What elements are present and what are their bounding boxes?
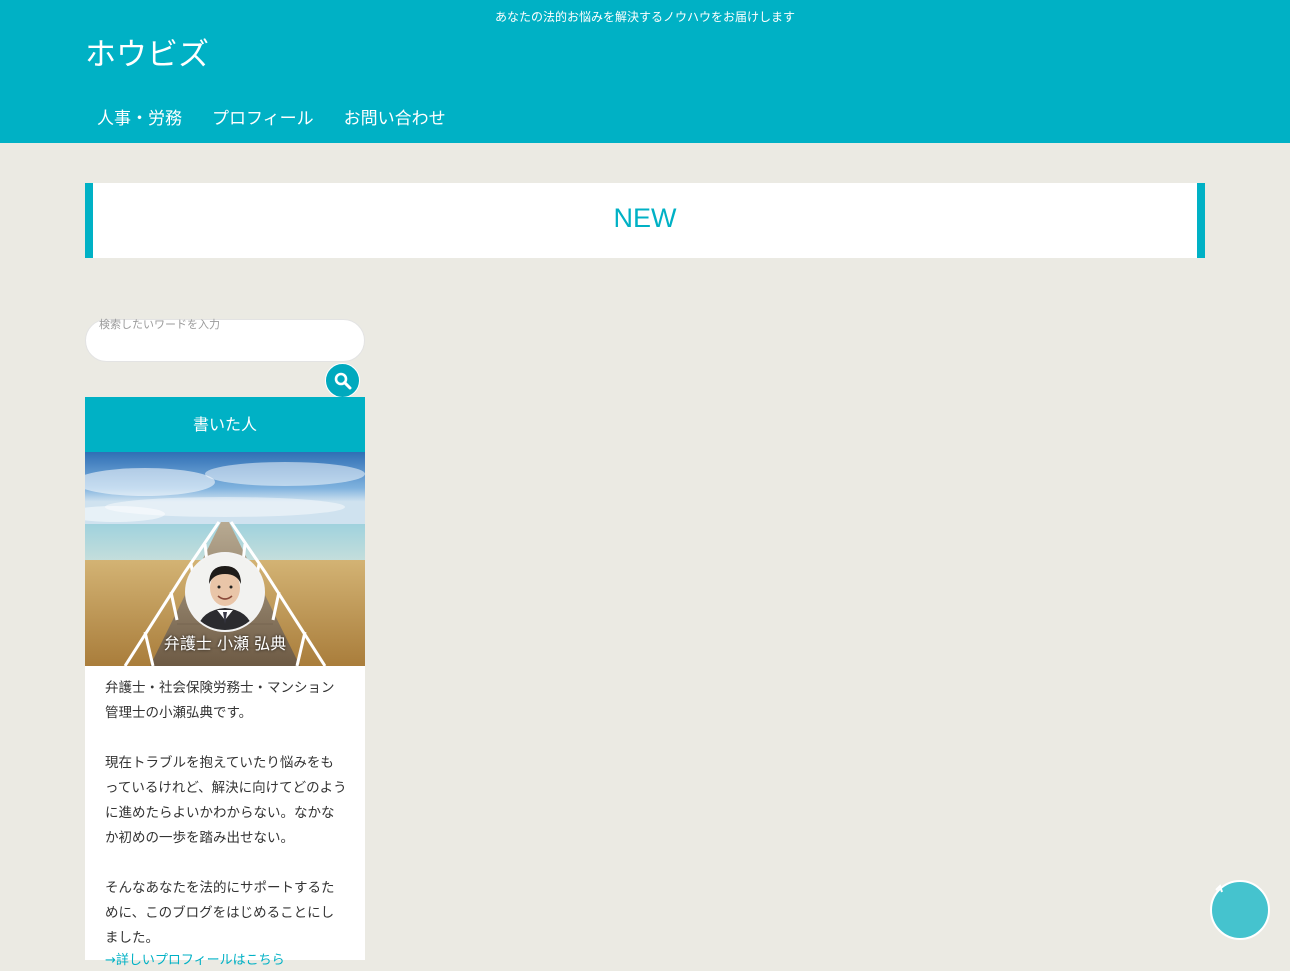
new-posts-section: NEW <box>85 183 1205 258</box>
avatar <box>185 552 265 632</box>
section-title: NEW <box>613 203 677 233</box>
profile-detail-link[interactable]: →詳しいプロフィールはこちら <box>105 951 347 971</box>
scroll-to-top-button[interactable] <box>1210 880 1270 940</box>
author-name[interactable]: 弁護士 小瀬 弘典 <box>85 633 365 655</box>
bio-paragraph: 弁護士・社会保険労務士・マンション管理士の小瀬弘典です。 <box>105 680 335 721</box>
site-title[interactable]: ホウビズ <box>85 33 209 77</box>
bio-paragraph: そんなあなたを法的にサポートするために、このブログをはじめることにしました。 <box>105 880 335 946</box>
site-header: あなたの法的お悩みを解決するノウハウをお届けします ホウビズ 人事・労務 プロフ… <box>0 0 1290 143</box>
search-button[interactable] <box>325 363 360 398</box>
author-bio: 弁護士・社会保険労務士・マンション管理士の小瀬弘典です。 現在トラブルを抱えてい… <box>85 666 365 968</box>
search-icon <box>334 372 352 390</box>
bio-paragraph: 現在トラブルを抱えていたり悩みをもっているけれど、解決に向けてどのように進めたら… <box>105 755 347 846</box>
nav-item-hr-labor[interactable]: 人事・労務 <box>85 104 194 134</box>
main-nav: 人事・労務 プロフィール お問い合わせ <box>85 104 464 134</box>
search-input[interactable] <box>85 319 365 362</box>
site-tagline: あなたの法的お悩みを解決するノウハウをお届けします <box>494 10 795 24</box>
nav-item-profile[interactable]: プロフィール <box>200 104 326 134</box>
nav-item-contact[interactable]: お問い合わせ <box>332 104 458 134</box>
profile-cover-image: 弁護士 小瀬 弘典 <box>85 452 365 666</box>
chevron-up-icon <box>1215 884 1223 893</box>
author-widget-heading: 書いた人 <box>85 397 365 452</box>
author-photo <box>187 554 263 630</box>
